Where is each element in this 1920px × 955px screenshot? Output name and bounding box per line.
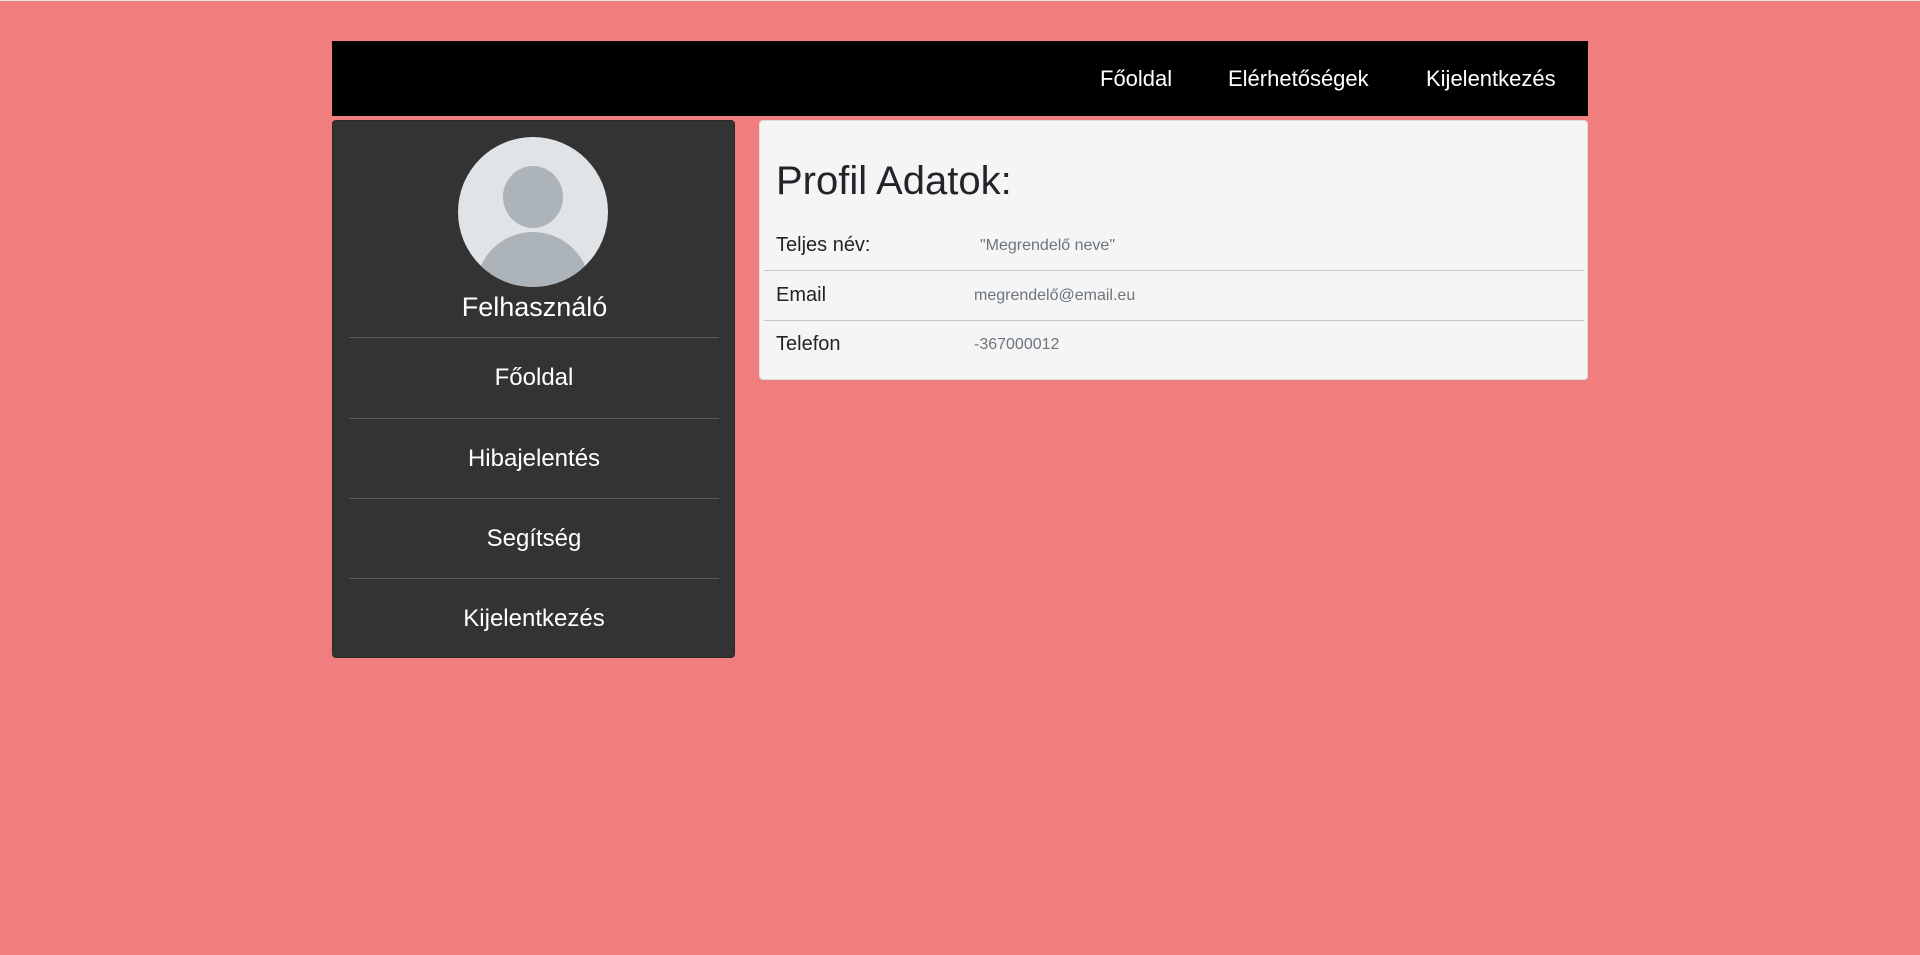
username: Felhasználó [461, 292, 608, 322]
nav-link-logout[interactable]: Kijelentkezés [1426, 41, 1556, 116]
fullname-label: Teljes név: [776, 234, 871, 256]
phone-value: -367000012 [974, 336, 1060, 353]
profile-row-fullname: Teljes név: "Megrendelő neve" [764, 221, 1584, 271]
page-title: Profil Adatok: [776, 159, 1012, 203]
profile-row-email: Email megrendelő@email.eu [764, 271, 1584, 321]
user-avatar-icon [458, 137, 608, 287]
sidebar-item-home[interactable]: Főoldal [349, 338, 719, 418]
avatar-head [503, 166, 563, 228]
avatar-body [476, 232, 590, 287]
profile-panel: Profil Adatok: Teljes név: "Megrendelő n… [759, 120, 1588, 380]
email-value: megrendelő@email.eu [974, 287, 1136, 304]
top-navbar: Főoldal Elérhetőségek Kijelentkezés [332, 41, 1588, 116]
sidebar-item-logout[interactable]: Kijelentkezés [349, 579, 719, 659]
sidebar-item-help[interactable]: Segítség [349, 499, 719, 579]
fullname-value: "Megrendelő neve" [980, 237, 1115, 254]
profile-row-phone: Telefon -367000012 [764, 320, 1584, 369]
phone-label: Telefon [776, 333, 841, 355]
sidebar-item-bug-report[interactable]: Hibajelentés [349, 419, 719, 499]
email-label: Email [776, 284, 827, 306]
nav-link-home[interactable]: Főoldal [1100, 41, 1172, 116]
top-border [0, 0, 1920, 1]
sidebar: Felhasználó Főoldal Hibajelentés Segítsé… [332, 120, 735, 658]
nav-link-contacts[interactable]: Elérhetőségek [1228, 41, 1369, 116]
